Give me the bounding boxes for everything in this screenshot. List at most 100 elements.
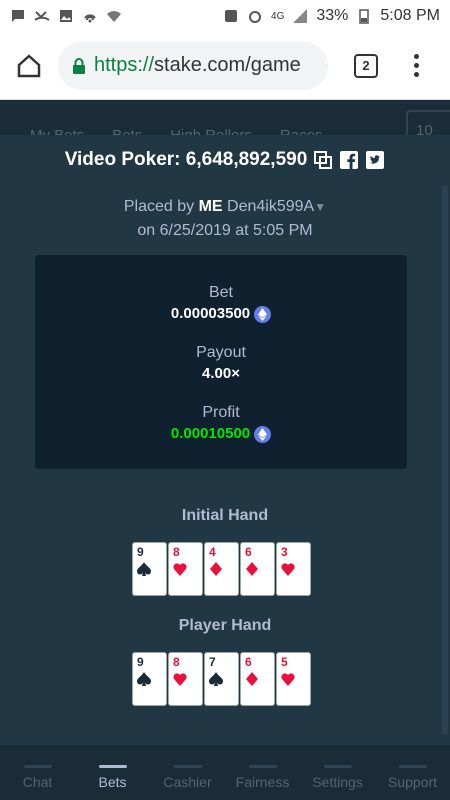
- nav-fairness[interactable]: Fairness: [225, 745, 300, 800]
- player-hand-label: Player Hand: [178, 617, 272, 634]
- payout-label: Payout: [196, 344, 246, 361]
- support-icon: [398, 765, 427, 768]
- nav-bets-label: Bets: [98, 774, 127, 790]
- bottom-nav: Chat Bets Cashier Fairness Settings Supp…: [0, 745, 450, 800]
- bets-icon: [98, 765, 127, 768]
- nav-support[interactable]: Support: [375, 745, 450, 800]
- heart-suit-icon: [281, 673, 295, 686]
- alarm-icon: [247, 8, 263, 24]
- spade-suit-icon: [208, 672, 224, 686]
- diamond-suit-icon: [246, 672, 258, 686]
- twitter-icon[interactable]: [365, 150, 385, 170]
- card-rank: 9: [137, 655, 144, 669]
- url-scheme: https://: [94, 54, 155, 76]
- battery-percent: 33%: [316, 7, 349, 24]
- username-link[interactable]: Den4ik599A: [227, 198, 314, 215]
- nav-support-label: Support: [387, 774, 438, 790]
- bet-amount: 0.00003500: [170, 305, 251, 322]
- placed-by-line: Placed by ME Den4ik599A▼: [0, 195, 450, 219]
- payout-value: 4.00×: [202, 365, 240, 382]
- bet-details-modal: Video Poker: 6,648,892,590 Placed by ME …: [0, 135, 450, 745]
- signal-icon: [292, 8, 308, 24]
- playing-card: 6: [241, 653, 274, 705]
- playing-card: 8: [169, 543, 202, 595]
- card-rank: 6: [245, 545, 252, 559]
- nav-chat[interactable]: Chat: [0, 745, 75, 800]
- card-rank: 6: [245, 655, 252, 669]
- page-content: My Bets Bets High Rollers Races 10 Video…: [0, 100, 450, 800]
- chevron-down-icon[interactable]: ▼: [314, 200, 326, 214]
- tab-switcher-button[interactable]: 2: [354, 53, 378, 78]
- heart-suit-icon: [173, 563, 187, 576]
- image-icon: [58, 8, 74, 24]
- playing-card: 3: [277, 543, 310, 595]
- wifi-icon: [106, 8, 122, 24]
- fairness-icon: [248, 765, 277, 768]
- profit-label: Profit: [202, 404, 240, 421]
- browser-menu-button[interactable]: [406, 54, 426, 77]
- network-type: 4G: [271, 10, 285, 22]
- card-rank: 8: [173, 545, 180, 559]
- bet-stat: Bet 0.00003500: [35, 283, 407, 325]
- card-rank: 5: [281, 655, 288, 669]
- card-rank: 9: [137, 545, 144, 559]
- bet-stats-panel: Bet 0.00003500 Payout 4.00× Profit 0.000…: [35, 255, 407, 469]
- modal-header: Video Poker: 6,648,892,590: [0, 149, 450, 171]
- modal-scrollbar[interactable]: [442, 185, 448, 735]
- bet-label: Bet: [208, 284, 233, 301]
- nav-chat-label: Chat: [22, 774, 53, 790]
- spade-suit-icon: [136, 672, 152, 686]
- lock-icon: [73, 57, 85, 74]
- ethereum-icon: [254, 305, 272, 323]
- profit-stat: Profit 0.00010500: [35, 403, 407, 445]
- placed-prefix: Placed by: [123, 198, 195, 215]
- home-button[interactable]: [12, 49, 46, 83]
- nav-settings-label: Settings: [312, 774, 363, 790]
- clock: 5:08 PM: [380, 7, 440, 24]
- battery-icon: [356, 8, 372, 24]
- playing-card: 6: [241, 543, 274, 595]
- nav-settings[interactable]: Settings: [300, 745, 375, 800]
- card-rank: 3: [281, 545, 288, 559]
- copy-icon[interactable]: [313, 150, 333, 170]
- home-icon: [17, 53, 41, 77]
- heart-suit-icon: [281, 563, 295, 576]
- hotspot-icon: [82, 8, 98, 24]
- playing-card: 4: [205, 543, 238, 595]
- status-left: [10, 8, 122, 24]
- cashier-icon: [173, 765, 202, 768]
- card-rank: 7: [209, 655, 216, 669]
- initial-hand-cards: 9 8 4 6 3: [133, 543, 310, 595]
- nav-bets[interactable]: Bets: [75, 745, 150, 800]
- message-icon: [10, 8, 26, 24]
- playing-card: 7: [205, 653, 238, 705]
- nav-cashier[interactable]: Cashier: [150, 745, 225, 800]
- spade-suit-icon: [136, 562, 152, 576]
- playing-card: 9: [133, 653, 166, 705]
- diamond-suit-icon: [210, 562, 222, 576]
- player-hand-cards: 9 8 7 6 5: [133, 653, 310, 705]
- nav-cashier-label: Cashier: [163, 774, 212, 790]
- playing-card: 5: [277, 653, 310, 705]
- payout-stat: Payout 4.00×: [35, 343, 407, 385]
- missed-call-icon: [34, 8, 50, 24]
- settings-icon: [323, 765, 352, 768]
- nav-fairness-label: Fairness: [235, 774, 290, 790]
- browser-toolbar: https://stake.com/game 2: [0, 32, 450, 100]
- playing-card: 8: [169, 653, 202, 705]
- status-right: 4G 33% 5:08 PM: [223, 7, 440, 25]
- facebook-icon[interactable]: [339, 150, 359, 170]
- address-bar[interactable]: https://stake.com/game: [58, 41, 328, 90]
- ethereum-icon: [254, 425, 272, 443]
- diamond-suit-icon: [246, 562, 258, 576]
- me-badge: ME: [198, 198, 223, 215]
- heart-suit-icon: [173, 673, 187, 686]
- profit-amount: 0.00010500: [170, 425, 251, 442]
- card-rank: 4: [209, 545, 216, 559]
- mute-icon: [223, 8, 239, 24]
- modal-title: Video Poker: 6,648,892,590: [64, 149, 308, 170]
- placed-date: on 6/25/2019 at 5:05 PM: [137, 222, 313, 239]
- initial-hand-label: Initial Hand: [181, 507, 269, 524]
- card-rank: 8: [173, 655, 180, 669]
- profit-value: 0.00010500: [170, 423, 272, 445]
